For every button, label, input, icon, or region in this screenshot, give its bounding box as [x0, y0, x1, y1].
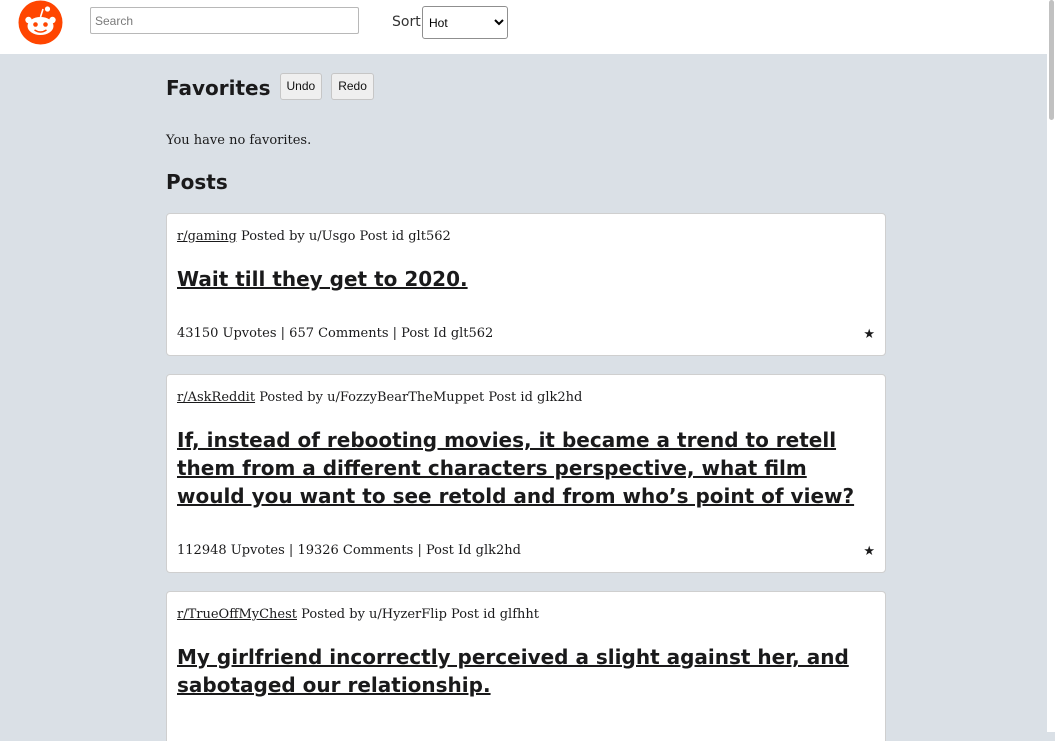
post-author-info: Posted by u/HyzerFlip Post id glfhht [301, 607, 539, 622]
subreddit-link[interactable]: r/AskReddit [177, 390, 255, 405]
sort-select[interactable]: Hot [422, 6, 508, 39]
favorites-title: Favorites [166, 76, 271, 100]
post-title-link[interactable]: Wait till they get to 2020. [177, 265, 875, 293]
post-title-link[interactable]: If, instead of rebooting movies, it beca… [177, 426, 875, 510]
post-stats: 43150 Upvotes | 657 Comments | Post Id g… [177, 326, 494, 341]
post-stats: 112948 Upvotes | 19326 Comments | Post I… [177, 543, 521, 558]
subreddit-link[interactable]: r/gaming [177, 229, 237, 244]
post-card: r/TrueOffMyChest Posted by u/HyzerFlip P… [166, 591, 886, 741]
sort-label: Sort [392, 14, 421, 30]
post-meta: r/gaming Posted by u/Usgo Post id glt562 [177, 229, 875, 245]
favorite-star-icon[interactable]: ★ [863, 327, 875, 342]
undo-button[interactable]: Undo [279, 72, 323, 100]
posts-title: Posts [166, 170, 228, 194]
favorites-header: Favorites Undo Redo [166, 72, 374, 100]
post-author-info: Posted by u/FozzyBearTheMuppet Post id g… [259, 390, 583, 405]
redo-button[interactable]: Redo [331, 72, 374, 100]
favorite-star-icon[interactable]: ★ [863, 544, 875, 559]
top-bar: Sort Hot [0, 0, 1047, 54]
search-input[interactable] [90, 7, 359, 34]
post-meta: r/TrueOffMyChest Posted by u/HyzerFlip P… [177, 607, 875, 623]
reddit-logo-icon[interactable] [18, 0, 63, 45]
post-card: r/gaming Posted by u/Usgo Post id glt562… [166, 213, 886, 356]
scrollbar-thumb[interactable] [1049, 0, 1054, 120]
post-card: r/AskReddit Posted by u/FozzyBearTheMupp… [166, 374, 886, 573]
subreddit-link[interactable]: r/TrueOffMyChest [177, 607, 297, 622]
post-author-info: Posted by u/Usgo Post id glt562 [241, 229, 451, 244]
no-favorites-text: You have no favorites. [166, 133, 312, 148]
post-meta: r/AskReddit Posted by u/FozzyBearTheMupp… [177, 390, 875, 406]
post-title-link[interactable]: My girlfriend incorrectly perceived a sl… [177, 643, 875, 699]
